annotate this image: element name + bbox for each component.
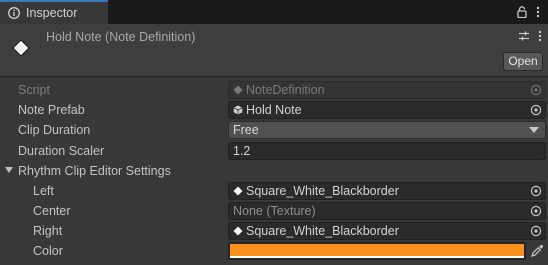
note-prefab-label: Note Prefab [18, 103, 85, 117]
center-texture-row: Center None (Texture) [0, 201, 548, 221]
color-label: Color [33, 244, 63, 258]
scriptable-object-icon [12, 39, 30, 57]
header-actions [518, 30, 542, 42]
object-picker-icon [530, 84, 542, 96]
duration-scaler-input[interactable]: 1.2 [228, 142, 546, 160]
center-texture-field[interactable]: None (Texture) [228, 202, 546, 220]
left-texture-row: Left Square_White_Blackborder [0, 181, 548, 201]
tab-bar: Inspector [0, 0, 548, 24]
kebab-menu-icon[interactable] [536, 6, 540, 18]
color-row: Color [0, 241, 548, 261]
tab-actions [517, 0, 540, 24]
rhythm-settings-foldout[interactable]: Rhythm Clip Editor Settings [0, 161, 548, 181]
tab-label: Inspector [26, 6, 78, 20]
asset-title: Hold Note (Note Definition) [46, 30, 196, 44]
duration-scaler-value: 1.2 [233, 144, 251, 158]
lock-icon[interactable] [517, 6, 527, 18]
right-value: Square_White_Blackborder [246, 224, 399, 238]
right-texture-field[interactable]: Square_White_Blackborder [228, 222, 546, 240]
open-button[interactable]: Open [503, 52, 543, 71]
asset-header: Hold Note (Note Definition) Open [0, 24, 548, 77]
object-picker-icon[interactable] [530, 185, 542, 197]
foldout-expanded-icon[interactable] [5, 167, 13, 173]
script-label: Script [18, 83, 50, 97]
color-field[interactable] [228, 242, 526, 260]
duration-scaler-row: Duration Scaler 1.2 [0, 141, 548, 161]
right-texture-row: Right Square_White_Blackborder [0, 221, 548, 241]
kebab-menu-icon[interactable] [538, 30, 542, 42]
center-label: Center [33, 204, 71, 218]
presets-icon[interactable] [518, 30, 530, 42]
clip-duration-value: Free [233, 123, 259, 137]
script-row: Script NoteDefinition [0, 80, 548, 100]
left-label: Left [33, 184, 54, 198]
right-label: Right [33, 224, 63, 238]
prefab-cube-icon [233, 105, 243, 115]
rhythm-settings-label: Rhythm Clip Editor Settings [18, 164, 171, 178]
left-value: Square_White_Blackborder [246, 184, 399, 198]
script-field: NoteDefinition [228, 81, 546, 99]
info-icon [8, 7, 20, 19]
texture-icon [233, 226, 243, 236]
note-prefab-row: Note Prefab Hold Note [0, 100, 548, 120]
tab-inspector[interactable]: Inspector [0, 0, 108, 24]
note-prefab-field[interactable]: Hold Note [228, 101, 546, 119]
object-picker-icon[interactable] [530, 104, 542, 116]
texture-icon [233, 186, 243, 196]
left-texture-field[interactable]: Square_White_Blackborder [228, 182, 546, 200]
clip-duration-label: Clip Duration [18, 123, 91, 137]
duration-scaler-label: Duration Scaler [18, 144, 105, 158]
script-value: NoteDefinition [246, 83, 325, 97]
note-prefab-value: Hold Note [246, 103, 302, 117]
object-picker-icon[interactable] [530, 225, 542, 237]
script-asset-icon [233, 85, 243, 95]
color-fill [230, 244, 524, 256]
clip-duration-row: Clip Duration Free [0, 120, 548, 140]
object-picker-icon[interactable] [530, 205, 542, 217]
color-alpha-bar [230, 256, 524, 258]
chevron-down-icon [529, 127, 539, 133]
eyedropper-icon[interactable] [530, 244, 544, 258]
center-value: None (Texture) [233, 204, 316, 218]
clip-duration-dropdown[interactable]: Free [228, 121, 546, 139]
